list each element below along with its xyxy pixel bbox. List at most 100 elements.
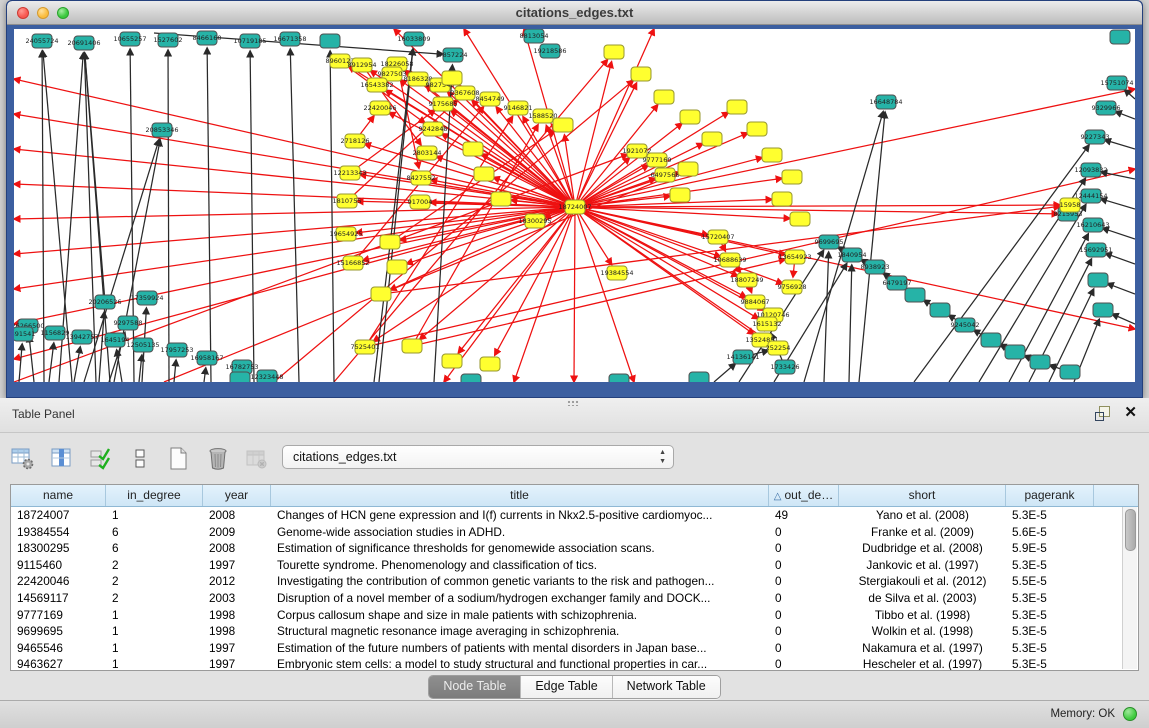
network-node[interactable]: 13654923 — [778, 250, 811, 264]
table-scrollbar-thumb[interactable] — [1125, 509, 1136, 551]
column-header-pagerank[interactable]: pagerank — [1006, 485, 1094, 506]
table-row[interactable]: 946362711997Embryonic stem cells: a mode… — [11, 656, 1138, 671]
network-node[interactable]: 10655257 — [113, 32, 146, 46]
network-node[interactable] — [1060, 365, 1080, 379]
table-row[interactable]: 911546021997Tourette syndrome. Phenomeno… — [11, 557, 1138, 574]
network-node[interactable]: 15958 — [1060, 198, 1081, 212]
network-node[interactable]: 7525401 — [351, 340, 380, 354]
network-node[interactable] — [491, 192, 511, 206]
network-node[interactable] — [402, 339, 422, 353]
window-titlebar[interactable]: citations_edges.txt — [7, 1, 1142, 25]
network-node[interactable]: 20853346 — [145, 123, 178, 137]
network-node[interactable]: 1156829 — [41, 326, 70, 340]
network-node[interactable] — [727, 100, 747, 114]
network-node[interactable] — [442, 71, 462, 85]
network-node[interactable]: 8912954 — [348, 58, 377, 72]
network-node[interactable]: 16210643 — [1076, 218, 1109, 232]
network-node[interactable] — [609, 374, 629, 382]
network-node[interactable]: 2718126 — [341, 134, 370, 148]
network-node[interactable]: 2803144 — [413, 146, 442, 160]
network-node[interactable]: 18807249 — [730, 273, 763, 287]
network-node[interactable]: 15751074 — [1100, 76, 1133, 90]
network-node[interactable] — [747, 122, 767, 136]
network-node[interactable] — [1110, 30, 1130, 44]
network-node[interactable]: 1733426 — [771, 360, 800, 374]
network-node[interactable]: 8938923 — [861, 260, 890, 274]
table-row[interactable]: 1872400712008Changes of HCN gene express… — [11, 507, 1138, 524]
column-header-in_degree[interactable]: in_degree — [106, 485, 203, 506]
table-row[interactable]: 1938455462009Genome-wide association stu… — [11, 524, 1138, 541]
network-node[interactable]: 16648784 — [869, 95, 902, 109]
node-table[interactable]: namein_degreeyeartitle△out_de…shortpager… — [10, 484, 1139, 671]
table-row[interactable]: 2242004622012Investigating the contribut… — [11, 573, 1138, 590]
network-node[interactable] — [380, 235, 400, 249]
network-node[interactable] — [1093, 303, 1113, 317]
network-node[interactable]: 12213343 — [333, 166, 366, 180]
network-node[interactable]: 9245042 — [951, 318, 980, 332]
column-header-short[interactable]: short — [839, 485, 1006, 506]
network-node[interactable] — [930, 303, 950, 317]
network-node[interactable] — [387, 260, 407, 274]
tab-edge-table[interactable]: Edge Table — [521, 676, 612, 698]
network-node[interactable]: 20691406 — [67, 36, 100, 50]
network-node[interactable] — [782, 170, 802, 184]
network-node[interactable] — [320, 34, 340, 48]
network-node[interactable]: 13942757 — [65, 330, 98, 344]
network-node[interactable]: 1615132 — [753, 317, 782, 331]
network-node[interactable]: 17359924 — [130, 291, 163, 305]
network-node[interactable]: 9242848 — [419, 122, 448, 136]
network-node[interactable] — [689, 372, 709, 382]
network-node[interactable]: 1527602 — [154, 33, 183, 47]
network-node[interactable] — [981, 333, 1001, 347]
network-node[interactable]: 19218586 — [533, 44, 566, 58]
network-node[interactable]: 1840954 — [838, 248, 867, 262]
panel-resize-grip[interactable] — [567, 400, 579, 406]
show-columns-icon[interactable] — [49, 446, 75, 472]
network-node[interactable] — [371, 287, 391, 301]
network-node[interactable]: 1645194 — [101, 333, 130, 347]
network-node[interactable]: 24055724 — [25, 34, 58, 48]
network-node[interactable]: 12505135 — [126, 338, 159, 352]
network-node[interactable]: 8427552 — [407, 171, 436, 185]
network-node[interactable]: 7857224 — [439, 48, 468, 62]
network-node[interactable]: 15166852 — [336, 256, 369, 270]
table-selector-dropdown[interactable]: citations_edges.txt ▲▼ — [282, 445, 674, 469]
table-row[interactable]: 969969511998Structural magnetic resonanc… — [11, 623, 1138, 640]
select-all-columns-icon[interactable] — [88, 446, 114, 472]
column-header-year[interactable]: year — [203, 485, 271, 506]
network-node[interactable]: 16033809 — [397, 32, 430, 46]
network-node[interactable]: 9175685 — [429, 97, 458, 111]
network-node[interactable]: 15692951 — [1079, 243, 1112, 257]
tab-network-table[interactable]: Network Table — [613, 676, 720, 698]
table-mode-icon[interactable] — [10, 446, 36, 472]
network-node[interactable]: 9329966 — [1092, 101, 1121, 115]
network-node[interactable]: 391541 — [14, 327, 35, 341]
network-node[interactable]: 9884067 — [741, 295, 770, 309]
network-node[interactable] — [1088, 273, 1108, 287]
table-row[interactable]: 1456911722003Disruption of a novel membe… — [11, 590, 1138, 607]
network-node[interactable] — [670, 188, 690, 202]
network-node[interactable]: 16543382 — [360, 78, 393, 92]
network-node[interactable] — [631, 67, 651, 81]
network-node[interactable]: 9297588 — [114, 316, 143, 330]
column-header-name[interactable]: name — [11, 485, 106, 506]
network-node[interactable]: 22420046 — [363, 101, 396, 115]
network-node[interactable] — [702, 132, 722, 146]
column-header-title[interactable]: title — [271, 485, 769, 506]
network-node[interactable]: 16958167 — [190, 351, 223, 365]
network-node[interactable]: 917004 — [408, 195, 433, 209]
network-node[interactable]: 19384554 — [600, 266, 633, 280]
network-node[interactable] — [553, 118, 573, 132]
network-node[interactable]: 17957253 — [160, 343, 193, 357]
network-node[interactable] — [442, 354, 462, 368]
table-row[interactable]: 977716911998Corpus callosum shape and si… — [11, 607, 1138, 624]
network-node[interactable]: 6497568 — [651, 168, 680, 182]
network-node[interactable]: 252254 — [766, 341, 791, 355]
table-row[interactable]: 946554611997Estimation of the future num… — [11, 640, 1138, 657]
network-node[interactable] — [654, 90, 674, 104]
float-panel-icon[interactable] — [1094, 405, 1110, 421]
network-canvas[interactable]: 2405572420691406106552571527602846616010… — [14, 29, 1135, 382]
network-node[interactable] — [790, 212, 810, 226]
network-node[interactable] — [604, 45, 624, 59]
tab-node-table[interactable]: Node Table — [429, 676, 521, 698]
